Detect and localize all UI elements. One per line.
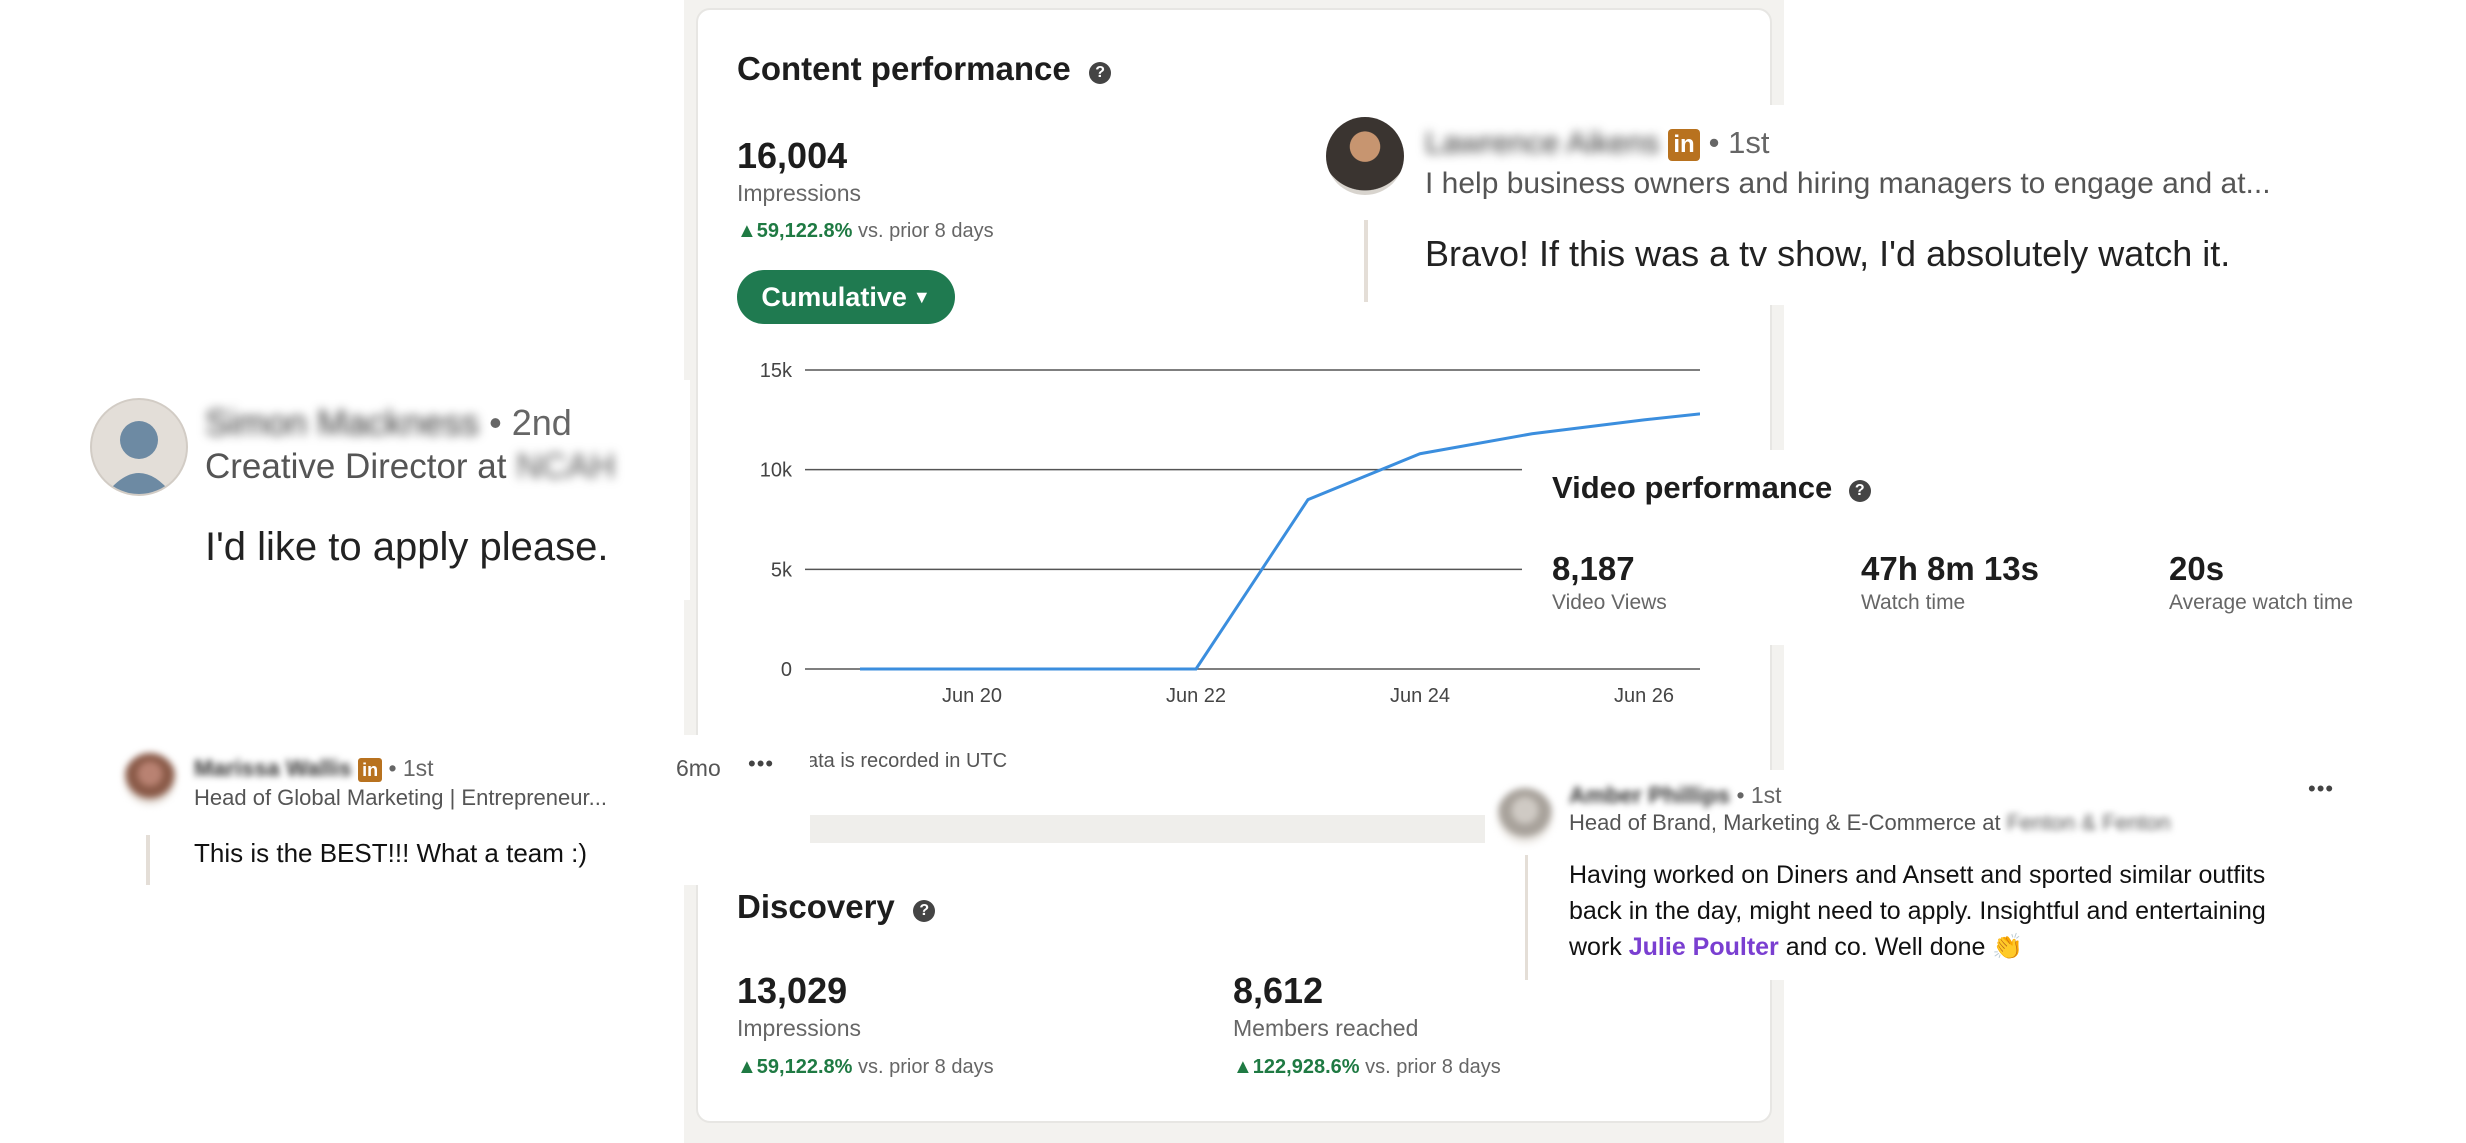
default-avatar-icon (106, 421, 172, 494)
linkedin-icon: in (358, 757, 383, 782)
trend-up-icon: ▲ (737, 220, 757, 242)
commenter-headline: I help business owners and hiring manage… (1425, 167, 2271, 200)
linkedin-icon: in (1668, 128, 1700, 161)
average-watch-time-label: Average watch time (2169, 591, 2354, 614)
impressions-trend: ▲59,122.8% vs. prior 8 days (737, 220, 994, 243)
members-reached-trend: ▲122,928.6% vs. prior 8 days (1233, 1056, 1501, 1079)
company-link[interactable]: Fenton & Fenton (2007, 810, 2171, 835)
trend-up-icon: ▲ (1233, 1056, 1253, 1078)
x-tick-label: Jun 26 (1614, 685, 1674, 707)
y-tick-label: 5k (771, 559, 793, 581)
trend-text: vs. prior 8 days (1365, 1056, 1501, 1078)
comment-simon: Simon Mackness • 2nd Creative Director a… (70, 380, 690, 600)
members-reached-label: Members reached (1233, 1015, 1419, 1041)
avatar[interactable] (1326, 117, 1404, 195)
comment-text: This is the BEST!!! What a team :) (194, 838, 588, 868)
commenter-headline: Head of Global Marketing | Entrepreneur.… (194, 785, 607, 810)
discovery-impressions-label: Impressions (737, 1015, 861, 1041)
video-views-value: 8,187 (1552, 550, 1635, 587)
caret-down-icon: ▼ (912, 286, 931, 307)
avatar[interactable] (90, 398, 188, 496)
headline-text: Head of Brand, Marketing & E-Commerce at (1569, 810, 2001, 835)
avatar[interactable] (124, 753, 176, 805)
thread-line (146, 835, 150, 885)
help-icon[interactable]: ? (913, 900, 936, 922)
comment-header: Marissa Wallis in • 1st (194, 755, 434, 782)
comment-text: Bravo! If this was a tv show, I'd absolu… (1425, 233, 2231, 274)
comment-header: Amber Phillips • 1st (1569, 782, 1782, 809)
y-tick-label: 10k (760, 460, 793, 482)
impressions-value: 16,004 (737, 135, 848, 176)
trend-up-icon: ▲ (737, 1056, 757, 1078)
help-icon[interactable]: ? (1848, 480, 1871, 502)
comment-time: 6mo (676, 755, 721, 781)
discovery-impressions-value: 13,029 (737, 970, 848, 1011)
connection-degree: • 2nd (489, 402, 572, 443)
discovery-header: Discovery ? (737, 888, 936, 926)
comment-header: Simon Mackness • 2nd (205, 402, 572, 444)
discovery-title: Discovery (737, 888, 895, 925)
commenter-headline: Creative Director at NCAH (205, 447, 615, 487)
cumulative-dropdown[interactable]: Cumulative ▼ (737, 270, 955, 324)
y-tick-label: 0 (781, 659, 792, 681)
connection-degree: • 1st (388, 755, 434, 781)
x-tick-label: Jun 22 (1166, 685, 1226, 707)
watch-time-label: Watch time (1861, 591, 1966, 614)
discovery-impressions-trend: ▲59,122.8% vs. prior 8 days (737, 1056, 994, 1079)
commenter-name[interactable]: Simon Mackness (205, 402, 479, 443)
trend-text: vs. prior 8 days (858, 1056, 994, 1078)
help-icon[interactable]: ? (1089, 62, 1112, 84)
avatar[interactable] (1497, 788, 1553, 844)
trend-value: 59,122.8% (756, 220, 853, 242)
commenter-name[interactable]: Marissa Wallis (194, 755, 352, 781)
trend-value: 122,928.6% (1252, 1056, 1360, 1078)
watch-time-value: 47h 8m 13s (1861, 550, 2039, 587)
thread-line (1364, 220, 1368, 302)
trend-text: vs. prior 8 days (858, 220, 994, 242)
comment-lawrence: Lawrence Aikens in • 1st I help business… (1312, 105, 2347, 305)
impressions-label: Impressions (737, 180, 861, 206)
content-performance-title: Content performance (737, 50, 1071, 87)
more-icon[interactable]: ••• (748, 751, 774, 777)
video-performance-header: Video performance ? (1552, 470, 1871, 506)
commenter-headline: Head of Brand, Marketing & E-Commerce at… (1569, 810, 2171, 836)
video-performance-panel: Video performance ? 8,187 Video Views 47… (1522, 450, 2422, 645)
commenter-name[interactable]: Lawrence Aikens (1425, 125, 1659, 160)
comment-text: I'd like to apply please. (205, 525, 609, 569)
video-performance-title: Video performance (1552, 470, 1833, 505)
commenter-name[interactable]: Amber Phillips (1569, 782, 1730, 808)
comment-marissa: Marissa Wallis in • 1st 6mo ••• Head of … (110, 735, 810, 885)
comment-amber: Amber Phillips • 1st ••• Head of Brand, … (1485, 770, 2355, 980)
clap-emoji: 👏 (1992, 933, 2024, 961)
x-tick-label: Jun 20 (942, 685, 1002, 707)
video-views-label: Video Views (1552, 591, 1667, 614)
content-performance-header: Content performance ? (737, 50, 1112, 88)
x-tick-label: Jun 24 (1390, 685, 1450, 707)
comment-text-end: and co. Well done (1785, 933, 1986, 961)
more-icon[interactable]: ••• (2308, 776, 2334, 802)
y-tick-label: 15k (760, 360, 793, 382)
connection-degree: • 1st (1736, 782, 1782, 808)
average-watch-time-value: 20s (2169, 550, 2225, 587)
dropdown-label: Cumulative (761, 281, 907, 312)
mention-link[interactable]: Julie Poulter (1629, 933, 1779, 961)
comment-text: Having worked on Diners and Ansett and s… (1569, 857, 2309, 965)
headline-text: Creative Director at (205, 447, 507, 486)
members-reached-value: 8,612 (1233, 970, 1324, 1011)
company-link[interactable]: NCAH (516, 447, 615, 486)
utc-note: ata is recorded in UTC (807, 750, 1008, 772)
connection-degree: • 1st (1708, 125, 1770, 160)
thread-line (1525, 855, 1528, 980)
comment-header: Lawrence Aikens in • 1st (1425, 125, 1769, 161)
trend-value: 59,122.8% (756, 1056, 853, 1078)
